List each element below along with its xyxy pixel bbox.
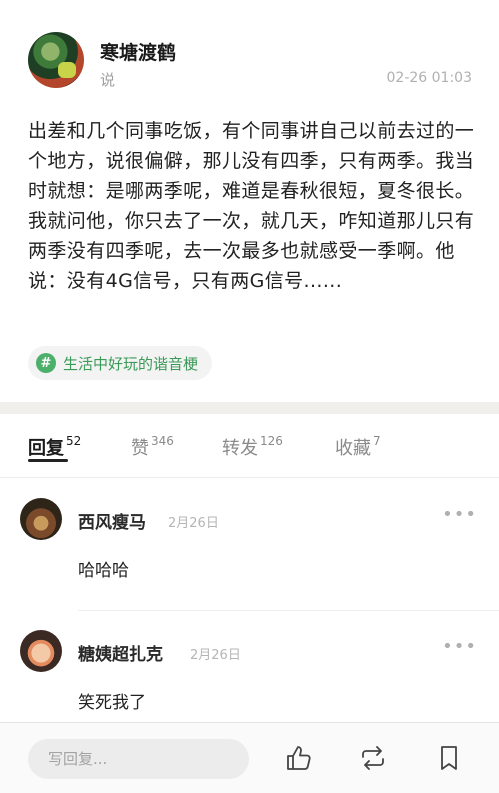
repost-icon[interactable] bbox=[358, 743, 388, 773]
more-options-icon[interactable]: ••• bbox=[442, 636, 477, 657]
tab-likes-label: 赞 bbox=[131, 438, 149, 459]
tab-reposts[interactable]: 转发 126 bbox=[222, 434, 283, 460]
tab-likes-count: 346 bbox=[151, 434, 174, 448]
interaction-tabs: 回复 52 赞 346 转发 126 收藏 7 bbox=[0, 414, 499, 478]
post-body-text: 出差和几个同事吃饭，有个同事讲自己以前去过的一个地方，说很偏僻，那儿没有四季，只… bbox=[28, 120, 475, 292]
hashtag-icon: # bbox=[36, 353, 56, 373]
post-action-label: 说 bbox=[100, 71, 116, 89]
tab-likes[interactable]: 赞 346 bbox=[131, 434, 174, 460]
bookmark-icon[interactable] bbox=[434, 743, 464, 773]
comment-text: 笑死我了 bbox=[78, 693, 146, 713]
topic-tag-label: 生活中好玩的谐音梗 bbox=[63, 354, 199, 373]
tab-replies-label: 回复 bbox=[28, 438, 64, 459]
tab-reposts-label: 转发 bbox=[222, 438, 258, 459]
comment-date: 2月26日 bbox=[190, 648, 241, 663]
post-timestamp: 02-26 01:03 bbox=[386, 70, 472, 86]
reply-input[interactable] bbox=[28, 739, 249, 779]
active-tab-indicator bbox=[28, 459, 68, 462]
commenter-name[interactable]: 糖姨超扎克 bbox=[78, 640, 163, 665]
section-divider bbox=[0, 402, 499, 414]
post-header: 寒塘渡鹤 说 02-26 01:03 bbox=[28, 32, 478, 92]
comment-divider bbox=[78, 610, 499, 611]
tab-reposts-count: 126 bbox=[260, 434, 283, 448]
commenter-name[interactable]: 西风瘦马 bbox=[78, 508, 146, 533]
author-name[interactable]: 寒塘渡鹤 bbox=[100, 38, 176, 65]
comment-text: 哈哈哈 bbox=[78, 561, 129, 581]
thumbs-up-icon[interactable] bbox=[284, 743, 314, 773]
commenter-avatar[interactable] bbox=[20, 498, 62, 540]
author-avatar[interactable] bbox=[28, 32, 84, 88]
tab-replies-count: 52 bbox=[66, 434, 82, 448]
tab-favorites-count: 7 bbox=[373, 434, 381, 448]
tab-favorites-label: 收藏 bbox=[335, 438, 371, 459]
tab-replies[interactable]: 回复 52 bbox=[28, 434, 81, 460]
topic-tag[interactable]: # 生活中好玩的谐音梗 bbox=[28, 346, 213, 380]
bottom-action-bar bbox=[0, 722, 499, 793]
comment-date: 2月26日 bbox=[168, 516, 219, 531]
commenter-avatar[interactable] bbox=[20, 630, 62, 672]
tab-favorites[interactable]: 收藏 7 bbox=[335, 434, 381, 460]
more-options-icon[interactable]: ••• bbox=[442, 504, 477, 525]
